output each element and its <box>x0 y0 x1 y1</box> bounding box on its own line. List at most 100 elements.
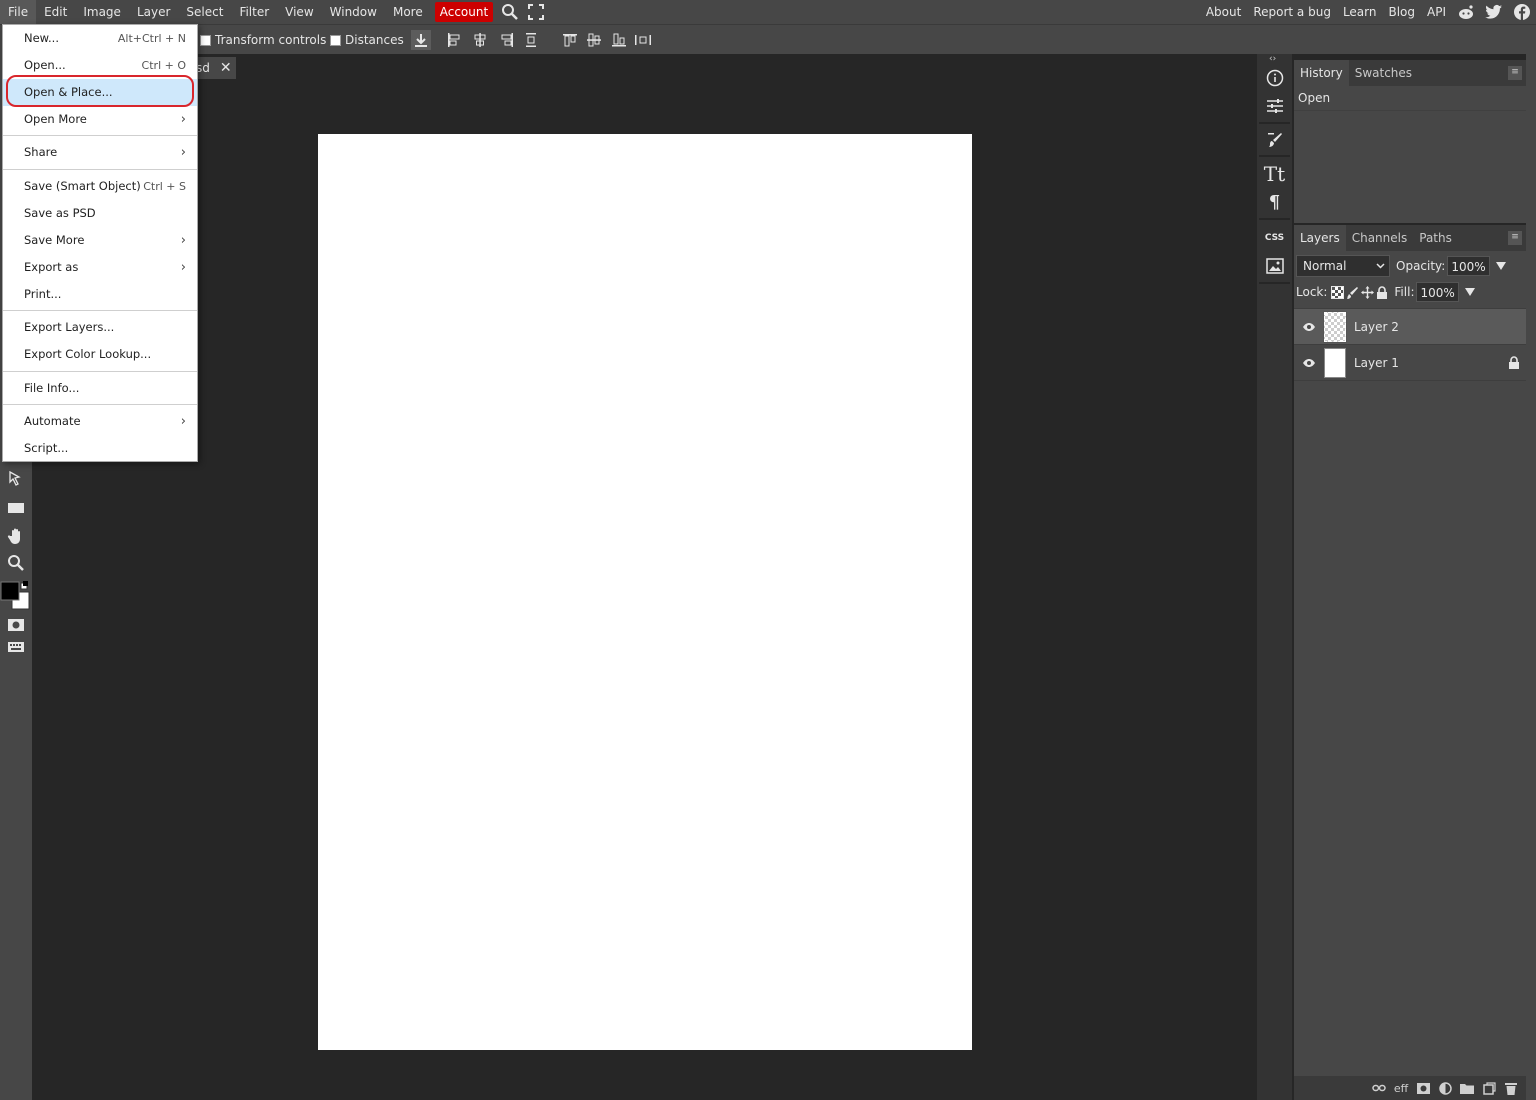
menu-item-open-and-place[interactable]: Open & Place... <box>3 79 197 106</box>
menu-file[interactable]: File <box>0 0 37 24</box>
align-bottom-icon[interactable] <box>609 30 629 50</box>
menu-image[interactable]: Image <box>75 0 129 24</box>
layers-panel-menu-icon[interactable]: ≡ <box>1508 231 1522 245</box>
blend-mode-select[interactable]: Normal <box>1296 255 1390 277</box>
reddit-icon[interactable] <box>1452 0 1480 24</box>
menu-item-export-layers[interactable]: Export Layers... <box>3 314 197 341</box>
lock-transparency-icon[interactable] <box>1331 285 1345 299</box>
menu-item-file-info[interactable]: File Info... <box>3 375 197 402</box>
fill-input[interactable]: 100% <box>1416 282 1459 302</box>
history-panel-menu-icon[interactable]: ≡ <box>1508 66 1522 80</box>
color-swatches-icon[interactable] <box>0 580 32 610</box>
opacity-dropdown-icon[interactable] <box>1495 262 1506 270</box>
marquee-tool-icon[interactable] <box>4 497 28 519</box>
adjustments-icon[interactable] <box>1262 94 1287 118</box>
menu-item-new[interactable]: New... Alt+Ctrl + N <box>3 25 197 52</box>
layer-row-layer-2[interactable]: Layer 2 <box>1294 309 1526 345</box>
lock-position-icon[interactable] <box>1361 285 1375 299</box>
brush-settings-icon[interactable] <box>1262 128 1287 152</box>
tab-swatches[interactable]: Swatches <box>1349 60 1418 86</box>
menu-item-export-as[interactable]: Export as › <box>3 254 197 281</box>
layer-effects-icon[interactable]: eff <box>1392 1079 1410 1097</box>
lock-all-icon[interactable] <box>1376 285 1388 299</box>
lock-pixels-icon[interactable] <box>1346 286 1359 299</box>
chevron-right-icon: › <box>180 260 186 275</box>
document-canvas[interactable] <box>318 134 972 1050</box>
move-tool-icon[interactable] <box>4 468 28 490</box>
menu-view[interactable]: View <box>277 0 321 24</box>
tab-channels[interactable]: Channels <box>1346 225 1414 251</box>
menu-layer[interactable]: Layer <box>129 0 178 24</box>
distribute-horizontal-icon[interactable] <box>633 30 653 50</box>
align-left-icon[interactable] <box>444 30 464 50</box>
menu-more[interactable]: More <box>385 0 431 24</box>
info-icon[interactable] <box>1262 66 1287 90</box>
tab-paths[interactable]: Paths <box>1413 225 1458 251</box>
lock-icon[interactable] <box>1508 356 1520 372</box>
align-right-icon[interactable] <box>497 30 517 50</box>
opacity-input[interactable]: 100% <box>1447 256 1490 276</box>
link-layers-icon[interactable] <box>1370 1079 1388 1097</box>
adjustment-layer-icon[interactable] <box>1436 1079 1454 1097</box>
close-icon[interactable]: ✕ <box>220 60 232 76</box>
eye-icon[interactable] <box>1298 322 1320 332</box>
keyboard-icon[interactable] <box>4 636 28 658</box>
menu-item-share[interactable]: Share › <box>3 139 197 166</box>
transform-controls-toggle[interactable]: Transform controls <box>200 33 326 47</box>
right-scrollbar[interactable] <box>1526 54 1536 1100</box>
collapse-arrows-icon[interactable]: ‹› <box>1269 54 1276 64</box>
menu-filter[interactable]: Filter <box>231 0 277 24</box>
facebook-icon[interactable] <box>1508 0 1536 24</box>
paragraph-icon[interactable]: ¶ <box>1262 190 1287 214</box>
menu-item-script[interactable]: Script... <box>3 435 197 462</box>
delete-layer-icon[interactable] <box>1502 1079 1520 1097</box>
about-link[interactable]: About <box>1200 0 1247 24</box>
menu-item-label: File Info... <box>24 381 80 395</box>
character-icon[interactable]: Tt <box>1262 162 1287 186</box>
quick-mask-icon[interactable] <box>4 614 28 636</box>
tab-layers[interactable]: Layers <box>1294 225 1346 251</box>
new-group-icon[interactable] <box>1458 1079 1476 1097</box>
blog-link[interactable]: Blog <box>1382 0 1421 24</box>
menu-item-open[interactable]: Open... Ctrl + O <box>3 52 197 79</box>
menu-item-automate[interactable]: Automate › <box>3 408 197 435</box>
distances-toggle[interactable]: Distances <box>330 33 404 47</box>
fill-dropdown-icon[interactable] <box>1464 288 1475 296</box>
fullscreen-icon[interactable] <box>523 0 549 24</box>
new-layer-icon[interactable] <box>1480 1079 1498 1097</box>
image-icon[interactable] <box>1262 254 1287 278</box>
menu-item-open-more[interactable]: Open More › <box>3 106 197 133</box>
report-bug-link[interactable]: Report a bug <box>1247 0 1337 24</box>
distribute-vertical-icon[interactable] <box>521 30 541 50</box>
zoom-tool-icon[interactable] <box>4 552 28 574</box>
css-icon[interactable]: CSS <box>1262 226 1287 250</box>
align-middle-icon[interactable] <box>584 30 604 50</box>
menu-item-label: Print... <box>24 287 62 301</box>
download-align-icon[interactable] <box>411 30 431 50</box>
distances-checkbox[interactable] <box>330 34 341 46</box>
menu-item-save-as-psd[interactable]: Save as PSD <box>3 200 197 227</box>
api-link[interactable]: API <box>1421 0 1452 24</box>
menu-item-save-more[interactable]: Save More › <box>3 227 197 254</box>
search-icon[interactable] <box>497 0 523 24</box>
history-entry[interactable]: Open <box>1294 86 1526 110</box>
add-mask-icon[interactable] <box>1414 1079 1432 1097</box>
layer-name[interactable]: Layer 2 <box>1354 320 1399 334</box>
menu-edit[interactable]: Edit <box>36 0 75 24</box>
align-top-icon[interactable] <box>560 30 580 50</box>
menu-account[interactable]: Account <box>434 2 494 22</box>
tab-history[interactable]: History <box>1294 60 1349 86</box>
menu-window[interactable]: Window <box>322 0 385 24</box>
menu-item-export-color-lookup[interactable]: Export Color Lookup... <box>3 341 197 368</box>
twitter-icon[interactable] <box>1480 0 1508 24</box>
layer-name[interactable]: Layer 1 <box>1354 356 1399 370</box>
transform-controls-checkbox[interactable] <box>200 34 211 46</box>
hand-tool-icon[interactable] <box>4 525 28 547</box>
learn-link[interactable]: Learn <box>1337 0 1383 24</box>
menu-select[interactable]: Select <box>178 0 231 24</box>
eye-icon[interactable] <box>1298 358 1320 368</box>
menu-item-save-smart-object[interactable]: Save (Smart Object) Ctrl + S <box>3 173 197 200</box>
layer-row-layer-1[interactable]: Layer 1 <box>1294 345 1526 381</box>
menu-item-print[interactable]: Print... <box>3 281 197 308</box>
align-center-icon[interactable] <box>470 30 490 50</box>
